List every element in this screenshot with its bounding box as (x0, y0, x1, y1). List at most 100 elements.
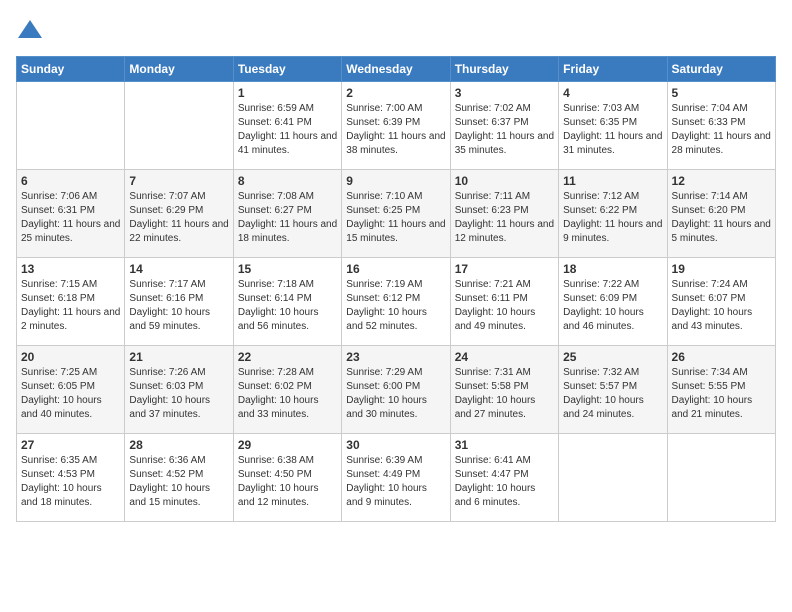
day-number: 11 (563, 174, 662, 188)
day-number: 30 (346, 438, 445, 452)
day-detail: Sunrise: 7:28 AMSunset: 6:02 PMDaylight:… (238, 366, 337, 422)
day-detail: Sunrise: 7:08 AMSunset: 6:27 PMDaylight:… (238, 190, 337, 246)
day-number: 3 (455, 86, 554, 100)
day-detail: Sunrise: 6:36 AMSunset: 4:52 PMDaylight:… (129, 454, 228, 510)
calendar-cell: 25 Sunrise: 7:32 AMSunset: 5:57 PMDayligh… (559, 346, 667, 434)
day-number: 21 (129, 350, 228, 364)
calendar-cell: 31 Sunrise: 6:41 AMSunset: 4:47 PMDayligh… (450, 434, 558, 522)
calendar-cell: 19 Sunrise: 7:24 AMSunset: 6:07 PMDayligh… (667, 258, 775, 346)
calendar-cell: 27 Sunrise: 6:35 AMSunset: 4:53 PMDayligh… (17, 434, 125, 522)
day-number: 16 (346, 262, 445, 276)
calendar-header-row: SundayMondayTuesdayWednesdayThursdayFrid… (17, 57, 776, 82)
calendar-cell: 20 Sunrise: 7:25 AMSunset: 6:05 PMDayligh… (17, 346, 125, 434)
calendar-cell (125, 82, 233, 170)
day-detail: Sunrise: 7:22 AMSunset: 6:09 PMDaylight:… (563, 278, 662, 334)
day-detail: Sunrise: 7:18 AMSunset: 6:14 PMDaylight:… (238, 278, 337, 334)
day-number: 25 (563, 350, 662, 364)
calendar-cell: 11 Sunrise: 7:12 AMSunset: 6:22 PMDayligh… (559, 170, 667, 258)
day-detail: Sunrise: 7:06 AMSunset: 6:31 PMDaylight:… (21, 190, 120, 246)
day-number: 14 (129, 262, 228, 276)
day-number: 6 (21, 174, 120, 188)
calendar-cell: 28 Sunrise: 6:36 AMSunset: 4:52 PMDayligh… (125, 434, 233, 522)
day-header-friday: Friday (559, 57, 667, 82)
calendar-cell: 17Sunrise: 7:21 AMSunset: 6:11 PMDayligh… (450, 258, 558, 346)
calendar-cell: 30 Sunrise: 6:39 AMSunset: 4:49 PMDayligh… (342, 434, 450, 522)
calendar-week-2: 6 Sunrise: 7:06 AMSunset: 6:31 PMDaylight… (17, 170, 776, 258)
day-number: 10 (455, 174, 554, 188)
day-number: 26 (672, 350, 771, 364)
calendar-cell: 29 Sunrise: 6:38 AMSunset: 4:50 PMDayligh… (233, 434, 341, 522)
calendar-cell: 22 Sunrise: 7:28 AMSunset: 6:02 PMDayligh… (233, 346, 341, 434)
day-number: 7 (129, 174, 228, 188)
day-detail: Sunrise: 7:12 AMSunset: 6:22 PMDaylight:… (563, 190, 662, 246)
calendar-cell: 2Sunrise: 7:00 AMSunset: 6:39 PMDaylight… (342, 82, 450, 170)
calendar-table: SundayMondayTuesdayWednesdayThursdayFrid… (16, 56, 776, 522)
calendar-cell: 15 Sunrise: 7:18 AMSunset: 6:14 PMDayligh… (233, 258, 341, 346)
day-detail: Sunrise: 7:32 AMSunset: 5:57 PMDaylight:… (563, 366, 662, 422)
day-detail: Sunrise: 6:35 AMSunset: 4:53 PMDaylight:… (21, 454, 120, 510)
day-detail: Sunrise: 7:24 AMSunset: 6:07 PMDaylight:… (672, 278, 771, 334)
day-detail: Sunrise: 7:17 AMSunset: 6:16 PMDaylight:… (129, 278, 228, 334)
day-number: 22 (238, 350, 337, 364)
calendar-cell: 1 Sunrise: 6:59 AMSunset: 6:41 PMDaylight… (233, 82, 341, 170)
day-header-saturday: Saturday (667, 57, 775, 82)
calendar-cell: 14 Sunrise: 7:17 AMSunset: 6:16 PMDayligh… (125, 258, 233, 346)
day-number: 12 (672, 174, 771, 188)
day-detail: Sunrise: 7:02 AMSunset: 6:37 PMDaylight:… (455, 102, 554, 158)
calendar-cell: 13 Sunrise: 7:15 AMSunset: 6:18 PMDayligh… (17, 258, 125, 346)
calendar-week-5: 27 Sunrise: 6:35 AMSunset: 4:53 PMDayligh… (17, 434, 776, 522)
day-detail: Sunrise: 7:07 AMSunset: 6:29 PMDaylight:… (129, 190, 228, 246)
day-number: 23 (346, 350, 445, 364)
calendar-week-4: 20 Sunrise: 7:25 AMSunset: 6:05 PMDayligh… (17, 346, 776, 434)
day-header-thursday: Thursday (450, 57, 558, 82)
day-header-tuesday: Tuesday (233, 57, 341, 82)
day-number: 19 (672, 262, 771, 276)
day-number: 20 (21, 350, 120, 364)
day-header-wednesday: Wednesday (342, 57, 450, 82)
day-detail: Sunrise: 7:21 AMSunset: 6:11 PMDaylight:… (455, 278, 554, 334)
calendar-cell: 18 Sunrise: 7:22 AMSunset: 6:09 PMDayligh… (559, 258, 667, 346)
day-detail: Sunrise: 7:11 AMSunset: 6:23 PMDaylight:… (455, 190, 554, 246)
page-header (16, 16, 776, 44)
day-number: 31 (455, 438, 554, 452)
day-detail: Sunrise: 7:29 AMSunset: 6:00 PMDaylight:… (346, 366, 445, 422)
day-number: 8 (238, 174, 337, 188)
day-detail: Sunrise: 6:38 AMSunset: 4:50 PMDaylight:… (238, 454, 337, 510)
day-number: 5 (672, 86, 771, 100)
day-number: 24 (455, 350, 554, 364)
day-detail: Sunrise: 6:59 AMSunset: 6:41 PMDaylight:… (238, 102, 337, 158)
day-number: 27 (21, 438, 120, 452)
logo (16, 16, 48, 44)
day-detail: Sunrise: 7:34 AMSunset: 5:55 PMDaylight:… (672, 366, 771, 422)
calendar-cell: 3 Sunrise: 7:02 AMSunset: 6:37 PMDaylight… (450, 82, 558, 170)
calendar-cell: 10 Sunrise: 7:11 AMSunset: 6:23 PMDayligh… (450, 170, 558, 258)
day-header-monday: Monday (125, 57, 233, 82)
calendar-cell: 26 Sunrise: 7:34 AMSunset: 5:55 PMDayligh… (667, 346, 775, 434)
calendar-cell (559, 434, 667, 522)
calendar-body: 1 Sunrise: 6:59 AMSunset: 6:41 PMDaylight… (17, 82, 776, 522)
calendar-cell: 16 Sunrise: 7:19 AMSunset: 6:12 PMDayligh… (342, 258, 450, 346)
day-detail: Sunrise: 7:15 AMSunset: 6:18 PMDaylight:… (21, 278, 120, 334)
day-detail: Sunrise: 6:39 AMSunset: 4:49 PMDaylight:… (346, 454, 445, 510)
calendar-cell (17, 82, 125, 170)
calendar-cell (667, 434, 775, 522)
day-detail: Sunrise: 6:41 AMSunset: 4:47 PMDaylight:… (455, 454, 554, 510)
day-number: 13 (21, 262, 120, 276)
day-detail: Sunrise: 7:25 AMSunset: 6:05 PMDaylight:… (21, 366, 120, 422)
calendar-cell: 21Sunrise: 7:26 AMSunset: 6:03 PMDayligh… (125, 346, 233, 434)
day-detail: Sunrise: 7:04 AMSunset: 6:33 PMDaylight:… (672, 102, 771, 158)
day-detail: Sunrise: 7:03 AMSunset: 6:35 PMDaylight:… (563, 102, 662, 158)
day-header-sunday: Sunday (17, 57, 125, 82)
day-number: 2 (346, 86, 445, 100)
calendar-cell: 9Sunrise: 7:10 AMSunset: 6:25 PMDaylight… (342, 170, 450, 258)
calendar-cell: 8 Sunrise: 7:08 AMSunset: 6:27 PMDaylight… (233, 170, 341, 258)
calendar-week-3: 13 Sunrise: 7:15 AMSunset: 6:18 PMDayligh… (17, 258, 776, 346)
calendar-cell: 7 Sunrise: 7:07 AMSunset: 6:29 PMDaylight… (125, 170, 233, 258)
day-number: 28 (129, 438, 228, 452)
day-number: 29 (238, 438, 337, 452)
day-number: 1 (238, 86, 337, 100)
day-number: 18 (563, 262, 662, 276)
day-detail: Sunrise: 7:19 AMSunset: 6:12 PMDaylight:… (346, 278, 445, 334)
day-number: 15 (238, 262, 337, 276)
calendar-cell: 24Sunrise: 7:31 AMSunset: 5:58 PMDayligh… (450, 346, 558, 434)
